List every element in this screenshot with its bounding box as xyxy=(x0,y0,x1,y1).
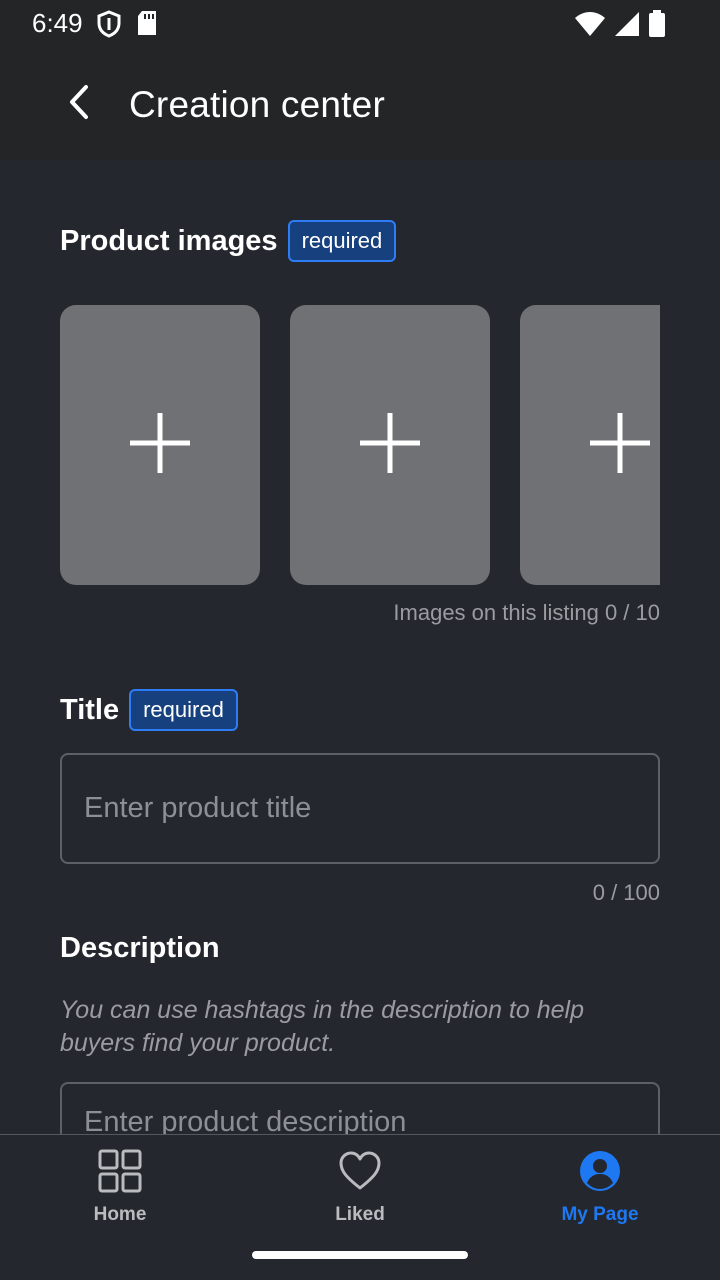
description-label: Description xyxy=(60,932,220,964)
nav-label-home: Home xyxy=(93,1204,147,1225)
product-images-label: Product images xyxy=(60,224,278,257)
shield-icon xyxy=(96,10,122,43)
creation-form: Product images required Images on this l… xyxy=(0,160,720,1134)
description-heading: Description xyxy=(60,932,220,965)
title-input[interactable] xyxy=(60,753,660,864)
nav-item-my-page[interactable]: My Page xyxy=(480,1149,720,1239)
description-input[interactable] xyxy=(60,1082,660,1134)
plus-icon xyxy=(128,411,192,480)
battery-icon xyxy=(648,10,666,43)
required-badge: required xyxy=(287,220,397,262)
status-time: 6:49 xyxy=(32,8,83,38)
plus-icon xyxy=(588,411,652,480)
status-bar: 6:49 xyxy=(0,0,720,48)
home-indicator xyxy=(252,1251,468,1259)
nav-label-liked: Liked xyxy=(335,1204,385,1225)
plus-icon xyxy=(358,411,422,480)
image-counter: Images on this listing 0 / 10 xyxy=(393,600,660,625)
nav-item-liked[interactable]: Liked xyxy=(240,1149,480,1239)
nav-label-my-page: My Page xyxy=(561,1204,639,1225)
title-char-counter: 0 / 100 xyxy=(592,880,660,905)
add-image-slot[interactable] xyxy=(290,305,490,585)
add-image-slot[interactable] xyxy=(520,305,660,585)
grid-icon xyxy=(98,1149,142,1198)
account-icon xyxy=(578,1149,622,1198)
back-arrow-icon xyxy=(66,84,94,125)
description-hint: You can use hashtags in the description … xyxy=(60,996,584,1057)
title-heading: Title required xyxy=(60,689,238,731)
app-bar: Creation center xyxy=(0,48,720,160)
wifi-icon xyxy=(574,11,606,42)
title-label: Title xyxy=(60,693,120,726)
status-left-icons xyxy=(96,10,158,43)
image-slots xyxy=(60,305,660,585)
signal-icon xyxy=(614,11,640,42)
page-title: Creation center xyxy=(129,84,385,125)
sd-card-icon xyxy=(136,10,158,43)
back-button[interactable] xyxy=(58,82,102,126)
product-images-heading: Product images required xyxy=(60,220,397,262)
nav-item-home[interactable]: Home xyxy=(0,1149,240,1239)
heart-icon xyxy=(338,1149,382,1198)
status-right-icons xyxy=(574,10,666,43)
required-badge: required xyxy=(129,689,238,731)
add-image-slot[interactable] xyxy=(60,305,260,585)
